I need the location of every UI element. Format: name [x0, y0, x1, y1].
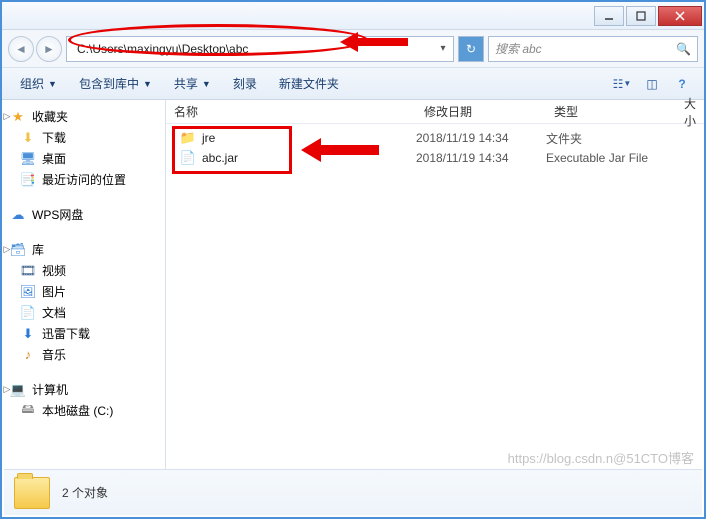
navigation-bar: ◄ ► C:\Users\maxingyu\Desktop\abc ▾ ↻ 搜索…: [2, 30, 704, 68]
sidebar-item-music[interactable]: ♪音乐: [2, 344, 165, 365]
sidebar-item-recent[interactable]: 📑最近访问的位置: [2, 169, 165, 190]
video-icon: 🎞: [20, 263, 36, 279]
search-icon[interactable]: 🔍: [676, 42, 691, 56]
download-icon: ⬇: [20, 326, 36, 342]
desktop-icon: 🖥: [20, 151, 36, 167]
star-icon: ★: [10, 109, 26, 125]
sidebar-favorites-header[interactable]: ▷★收藏夹: [2, 106, 165, 127]
harddrive-icon: 🖴: [20, 403, 36, 419]
organize-button[interactable]: 组织▼: [10, 71, 67, 96]
recent-icon: 📑: [20, 172, 36, 188]
file-date: 2018/11/19 14:34: [416, 131, 546, 145]
sidebar-item-documents[interactable]: 📄文档: [2, 302, 165, 323]
include-in-library-button[interactable]: 包含到库中▼: [69, 71, 162, 96]
sidebar-item-downloads[interactable]: ⬇下载: [2, 127, 165, 148]
refresh-button[interactable]: ↻: [458, 36, 484, 62]
close-button[interactable]: [658, 6, 702, 26]
file-type: 文件夹: [546, 130, 676, 147]
navigation-sidebar: ▷★收藏夹 ⬇下载 🖥桌面 📑最近访问的位置 ☁WPS网盘 ▷🗃库 🎞视频 🖼图…: [2, 100, 166, 494]
column-date[interactable]: 修改日期: [416, 103, 546, 120]
object-count-label: 2 个对象: [62, 484, 108, 501]
file-row[interactable]: 📄 abc.jar 2018/11/19 14:34Executable Jar F…: [166, 148, 704, 168]
address-dropdown-icon[interactable]: ▾: [433, 43, 453, 54]
music-icon: ♪: [20, 347, 36, 363]
share-button[interactable]: 共享▼: [164, 71, 221, 96]
new-folder-button[interactable]: 新建文件夹: [269, 71, 349, 96]
minimize-button[interactable]: [594, 6, 624, 26]
column-name[interactable]: 名称: [166, 103, 416, 120]
address-bar[interactable]: C:\Users\maxingyu\Desktop\abc ▾: [66, 36, 454, 62]
folder-icon: [14, 477, 50, 509]
main-area: ▷★收藏夹 ⬇下载 🖥桌面 📑最近访问的位置 ☁WPS网盘 ▷🗃库 🎞视频 🖼图…: [2, 100, 704, 494]
status-bar: 2 个对象: [4, 469, 702, 515]
column-type[interactable]: 类型: [546, 103, 676, 120]
download-icon: ⬇: [20, 130, 36, 146]
sidebar-item-desktop[interactable]: 🖥桌面: [2, 148, 165, 169]
search-placeholder: 搜索 abc: [495, 40, 542, 57]
sidebar-computer-header[interactable]: ▷💻计算机: [2, 379, 165, 400]
file-icon: 📄: [180, 150, 196, 166]
sidebar-item-xunlei[interactable]: ⬇迅雷下载: [2, 323, 165, 344]
folder-icon: 📁: [180, 130, 196, 146]
sidebar-libraries-header[interactable]: ▷🗃库: [2, 239, 165, 260]
maximize-button[interactable]: [626, 6, 656, 26]
file-type: Executable Jar File: [546, 151, 676, 165]
address-text[interactable]: C:\Users\maxingyu\Desktop\abc: [67, 42, 433, 56]
command-toolbar: 组织▼ 包含到库中▼ 共享▼ 刻录 新建文件夹 ☷ ▼ ◫ ?: [2, 68, 704, 100]
forward-button[interactable]: ►: [36, 36, 62, 62]
file-date: 2018/11/19 14:34: [416, 151, 546, 165]
chevron-down-icon: ▼: [48, 79, 57, 89]
sidebar-item-videos[interactable]: 🎞视频: [2, 260, 165, 281]
file-row[interactable]: 📁 jre 2018/11/19 14:34文件夹: [166, 128, 704, 148]
sidebar-item-pictures[interactable]: 🖼图片: [2, 281, 165, 302]
burn-button[interactable]: 刻录: [223, 71, 267, 96]
computer-icon: 💻: [10, 382, 26, 398]
preview-pane-button[interactable]: ◫: [638, 72, 666, 96]
library-icon: 🗃: [10, 242, 26, 258]
window-titlebar: [2, 2, 704, 30]
back-button[interactable]: ◄: [8, 36, 34, 62]
search-input[interactable]: 搜索 abc 🔍: [488, 36, 698, 62]
column-headers: 名称 修改日期 类型 大小: [166, 100, 704, 124]
file-name: jre: [202, 131, 215, 145]
sidebar-item-localdisk[interactable]: 🖴本地磁盘 (C:): [2, 400, 165, 421]
picture-icon: 🖼: [20, 284, 36, 300]
document-icon: 📄: [20, 305, 36, 321]
column-size[interactable]: 大小: [676, 95, 704, 129]
view-options-button[interactable]: ☷ ▼: [608, 72, 636, 96]
chevron-down-icon: ▼: [143, 79, 152, 89]
help-button[interactable]: ?: [668, 72, 696, 96]
sidebar-item-wps[interactable]: ☁WPS网盘: [2, 204, 165, 225]
cloud-icon: ☁: [10, 207, 26, 223]
file-name: abc.jar: [202, 151, 238, 165]
watermark-text: https://blog.csdn.n@51CTO博客: [508, 448, 694, 467]
chevron-down-icon: ▼: [202, 79, 211, 89]
file-list-area: 名称 修改日期 类型 大小 📁 jre 2018/11/19 14:34文件夹 📄 ab…: [166, 100, 704, 494]
